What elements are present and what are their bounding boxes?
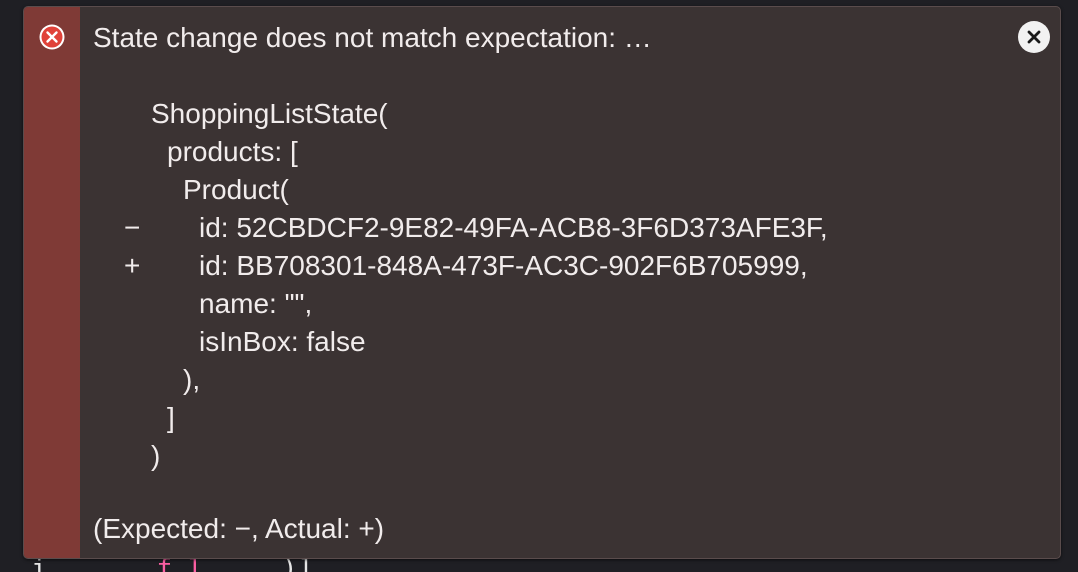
close-button[interactable]: [1018, 21, 1050, 53]
error-circle-x-icon: [39, 24, 65, 50]
diff-legend: (Expected: −, Actual: +): [93, 513, 385, 544]
diff-line-text: ]: [167, 402, 175, 433]
diff-line-text: Product(: [183, 174, 289, 205]
diff-line: Product(: [24, 171, 1060, 209]
diff-line-text: isInBox: false: [199, 326, 366, 357]
diff-line: name: "",: [24, 285, 1060, 323]
diff-line: + id: BB708301-848A-473F-AC3C-902F6B70599…: [24, 247, 1060, 285]
diff-marker: +: [124, 250, 141, 281]
error-title: State change does not match expectation:…: [93, 22, 652, 53]
diff-line: − id: 52CBDCF2-9E82-49FA-ACB8-3F6D373AFE3…: [24, 209, 1060, 247]
diff-output: ShoppingListState( products: [ Product( − id…: [24, 95, 1060, 475]
diff-line: isInBox: false: [24, 323, 1060, 361]
diff-line: ): [24, 437, 1060, 475]
diff-marker: −: [124, 212, 141, 243]
diff-line-text: id: 52CBDCF2-9E82-49FA-ACB8-3F6D373AFE3F…: [199, 212, 828, 243]
diff-line: ]: [24, 399, 1060, 437]
diff-line-text: products: [: [167, 136, 298, 167]
error-annotation-panel[interactable]: State change does not match expectation:…: [23, 6, 1061, 559]
close-icon: [1027, 30, 1041, 44]
diff-line-text: id: BB708301-848A-473F-AC3C-902F6B705999…: [199, 250, 808, 281]
diff-line-text: name: "",: [199, 288, 313, 319]
diff-line-text: ShoppingListState(: [151, 98, 388, 129]
diff-line: products: [: [24, 133, 1060, 171]
diff-line: ),: [24, 361, 1060, 399]
diff-line: ShoppingListState(: [24, 95, 1060, 133]
diff-line-text: ),: [183, 364, 201, 395]
diff-line-text: ): [151, 440, 161, 471]
